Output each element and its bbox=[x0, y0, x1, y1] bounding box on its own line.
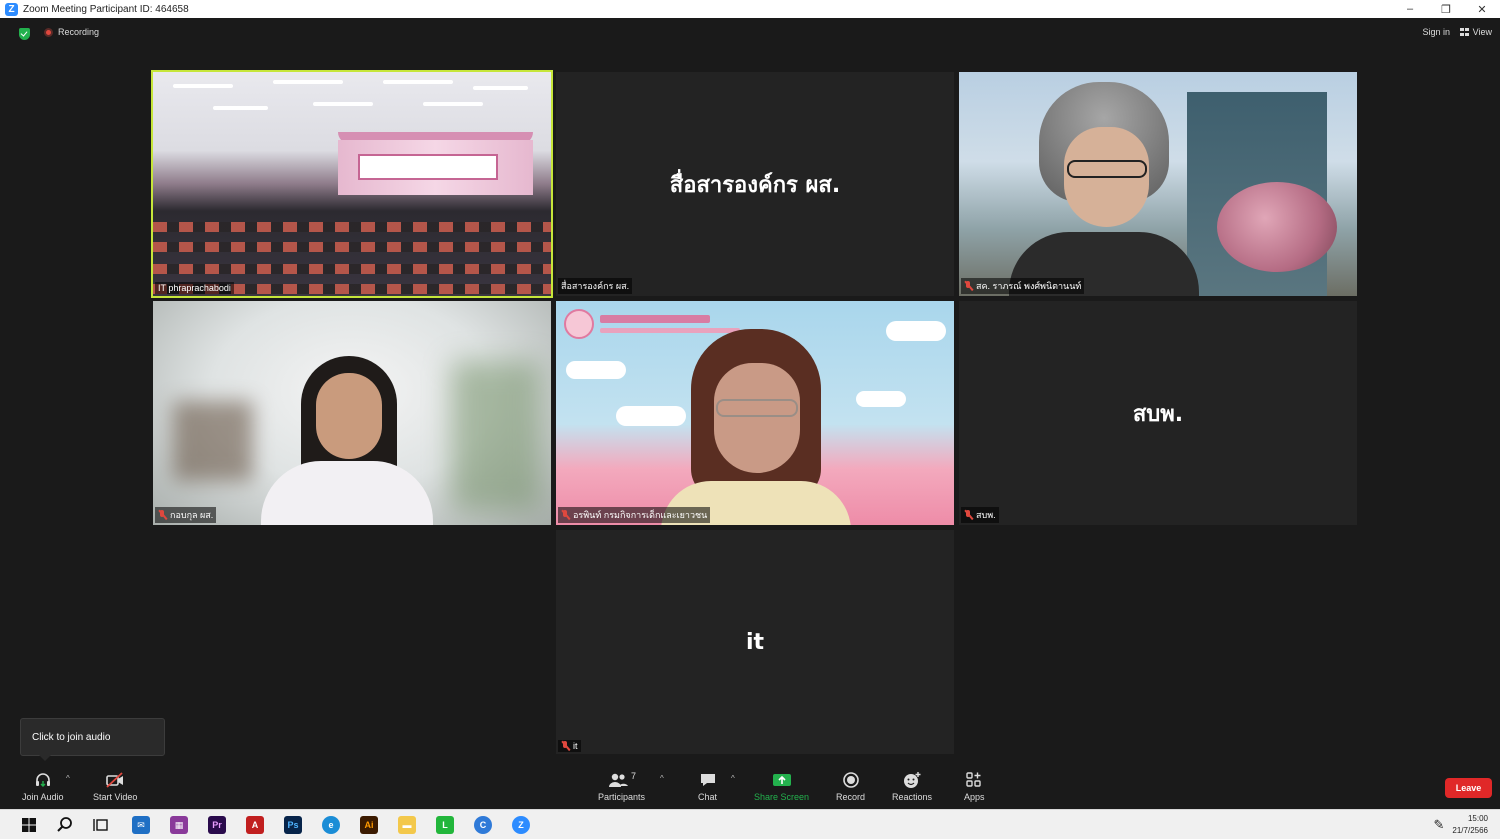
restore-button[interactable]: ❐ bbox=[1428, 0, 1464, 18]
tile-name-label: it bbox=[558, 740, 581, 752]
smiley-plus-icon bbox=[902, 771, 922, 789]
leave-button[interactable]: Leave bbox=[1445, 778, 1492, 798]
video-feed bbox=[153, 301, 551, 525]
acrobat-icon[interactable]: A bbox=[246, 816, 264, 834]
participants-button[interactable]: 7 Participants bbox=[598, 771, 645, 802]
close-button[interactable]: ✕ bbox=[1464, 0, 1500, 18]
security-shield-icon[interactable] bbox=[19, 28, 30, 40]
video-feed bbox=[556, 301, 954, 525]
edge-icon[interactable]: e bbox=[322, 816, 340, 834]
tile-name-label: สบพ. bbox=[961, 507, 999, 523]
recording-indicator[interactable]: Recording bbox=[44, 27, 99, 37]
tile-name-label: สค. ราภรณ์ พงศ์พนิตานนท์ bbox=[961, 278, 1085, 294]
windows-taskbar: ✉ ▦ Pr A Ps e Ai ▬ L C Z ✎ 15:00 21/7/25… bbox=[0, 809, 1500, 839]
mic-muted-icon bbox=[561, 741, 570, 751]
video-tile-orapin[interactable]: อรพินท์ กรมกิจการเด็กและเยาวชน bbox=[556, 301, 954, 525]
system-clock[interactable]: 15:00 21/7/2566 bbox=[1452, 813, 1488, 837]
chat-options-caret[interactable]: ^ bbox=[731, 774, 735, 783]
meeting-toolbar: Join Audio ^ Start Video 7 Participants … bbox=[8, 766, 1500, 809]
headphones-icon bbox=[34, 771, 52, 789]
premiere-pro-icon[interactable]: Pr bbox=[208, 816, 226, 834]
join-audio-button[interactable]: Join Audio bbox=[22, 771, 64, 802]
share-screen-button[interactable]: Share Screen bbox=[754, 771, 809, 802]
tile-name-label: สื่อสารองค์กร ผส. bbox=[558, 278, 633, 294]
participants-options-caret[interactable]: ^ bbox=[660, 774, 664, 783]
recording-label: Recording bbox=[58, 27, 100, 37]
participant-count: 7 bbox=[631, 771, 637, 781]
windows-start-icon[interactable] bbox=[20, 816, 38, 834]
start-video-button[interactable]: Start Video bbox=[93, 771, 137, 802]
participant-display-name: สบพ. bbox=[1132, 401, 1184, 427]
apps-icon bbox=[965, 771, 983, 789]
pen-icon[interactable]: ✎ bbox=[1430, 816, 1448, 834]
video-off-icon bbox=[105, 771, 125, 789]
window-controls: – ❐ ✕ bbox=[1392, 0, 1500, 18]
video-tile-kobkul[interactable]: กอบกุล ผส. bbox=[153, 301, 551, 525]
recording-dot-icon bbox=[44, 27, 53, 37]
participants-icon bbox=[609, 773, 628, 787]
agency-seal-icon bbox=[564, 309, 594, 339]
record-icon bbox=[842, 771, 860, 789]
record-button[interactable]: Record bbox=[836, 771, 865, 802]
tile-name-label: IT phraprachabodi bbox=[155, 282, 234, 294]
view-label: View bbox=[1472, 27, 1492, 37]
task-view-icon[interactable] bbox=[92, 816, 110, 834]
audio-options-caret[interactable]: ^ bbox=[66, 774, 70, 783]
apps-button[interactable]: Apps bbox=[964, 771, 985, 802]
mic-muted-icon bbox=[964, 510, 973, 520]
video-tile-it-phraprachabodi[interactable]: IT phraprachabodi bbox=[151, 70, 553, 298]
sign-in-button[interactable]: Sign in bbox=[1422, 27, 1450, 37]
tile-name-label: อรพินท์ กรมกิจการเด็กและเยาวชน bbox=[558, 507, 711, 523]
zoom-taskbar-icon[interactable]: Z bbox=[512, 816, 530, 834]
chat-icon bbox=[699, 771, 717, 789]
search-icon[interactable] bbox=[56, 816, 74, 834]
mail-icon[interactable]: ✉ bbox=[132, 816, 150, 834]
video-tile-it[interactable]: it it bbox=[556, 530, 954, 754]
grid-view-icon bbox=[1459, 28, 1469, 36]
file-explorer-icon[interactable]: ▬ bbox=[398, 816, 416, 834]
video-tile-sbp[interactable]: สบพ. สบพ. bbox=[959, 301, 1357, 525]
illustrator-icon[interactable]: Ai bbox=[360, 816, 378, 834]
window-title: Zoom Meeting Participant ID: 464658 bbox=[23, 3, 189, 15]
mic-muted-icon bbox=[158, 510, 167, 520]
mic-muted-icon bbox=[561, 510, 570, 520]
minimize-button[interactable]: – bbox=[1392, 0, 1428, 18]
photoshop-icon[interactable]: Ps bbox=[284, 816, 302, 834]
meeting-area: Recording Sign in View IT phraprachabodi… bbox=[8, 18, 1500, 809]
video-tile-raporn[interactable]: สค. ราภรณ์ พงศ์พนิตานนท์ bbox=[959, 72, 1357, 296]
share-screen-icon bbox=[772, 771, 792, 789]
participant-display-name: สื่อสารองค์กร ผส. bbox=[669, 172, 841, 198]
participant-display-name: it bbox=[745, 629, 765, 655]
browser-icon[interactable]: C bbox=[474, 816, 492, 834]
video-tile-corporate-comms[interactable]: สื่อสารองค์กร ผส. สื่อสารองค์กร ผส. bbox=[556, 72, 954, 296]
zoom-logo-icon: Z bbox=[5, 2, 18, 16]
winrar-icon[interactable]: ▦ bbox=[170, 816, 188, 834]
video-feed bbox=[959, 72, 1357, 296]
meeting-top-bar: Recording Sign in View bbox=[8, 18, 1500, 48]
line-icon[interactable]: L bbox=[436, 816, 454, 834]
video-feed bbox=[153, 72, 551, 296]
join-audio-tooltip: Click to join audio bbox=[20, 718, 165, 761]
chat-button[interactable]: Chat bbox=[698, 771, 717, 802]
mic-muted-icon bbox=[964, 281, 973, 291]
reactions-button[interactable]: Reactions bbox=[892, 771, 932, 802]
view-button[interactable]: View bbox=[1459, 27, 1492, 37]
window-titlebar: Z Zoom Meeting Participant ID: 464658 – … bbox=[0, 0, 1500, 18]
tile-name-label: กอบกุล ผส. bbox=[155, 507, 217, 523]
